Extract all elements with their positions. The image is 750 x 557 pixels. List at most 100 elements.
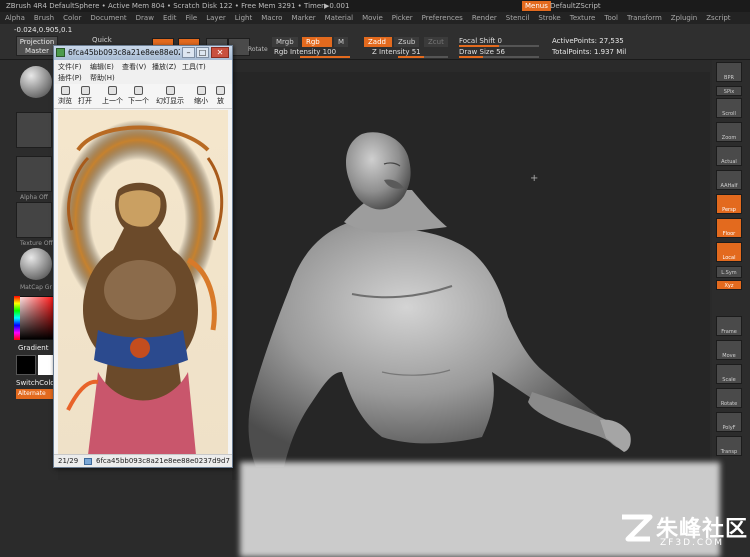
xyz-button[interactable]: Xyz <box>716 280 742 290</box>
menu-movie[interactable]: Movie <box>362 12 383 24</box>
viewer-menu-plugins[interactable]: 插件(P) <box>58 73 82 83</box>
menu-edit[interactable]: Edit <box>163 12 177 24</box>
menu-stencil[interactable]: Stencil <box>506 12 530 24</box>
bpr-button[interactable]: BPR <box>716 62 742 82</box>
viewer-filename: 6fca45bb093c8a21e8ee88e0237d9d7 <box>68 48 180 57</box>
viewer-menu-file[interactable]: 文件(F) <box>58 62 82 72</box>
zoom-button[interactable]: Zoom <box>716 122 742 142</box>
actual-button[interactable]: Actual <box>716 146 742 166</box>
draw-size-slider[interactable]: Draw Size 56 <box>459 48 505 56</box>
zoom-out-icon <box>196 86 206 95</box>
menu-file[interactable]: File <box>186 12 198 24</box>
rotate-button[interactable]: Rotate <box>716 388 742 408</box>
menu-zscript[interactable]: Zscript <box>706 12 730 24</box>
draw-size-track[interactable] <box>459 56 539 58</box>
menu-draw[interactable]: Draw <box>136 12 154 24</box>
quick-sketch-button[interactable]: Quick <box>92 36 112 44</box>
document-viewport[interactable] <box>232 72 710 480</box>
persp-button[interactable]: Persp <box>716 194 742 214</box>
next-label: 下一个 <box>128 97 149 105</box>
alpha-thumbnail[interactable] <box>16 156 52 192</box>
menu-color[interactable]: Color <box>63 12 81 24</box>
menu-light[interactable]: Light <box>235 12 252 24</box>
image-viewer-window[interactable]: 6fca45bb093c8a21e8ee88e0237d9d7 – □ ✕ 文件… <box>53 45 233 468</box>
rgb-toggle[interactable]: Rgb <box>302 37 332 47</box>
menu-render[interactable]: Render <box>472 12 497 24</box>
color-picker[interactable] <box>14 296 54 340</box>
menu-material[interactable]: Material <box>325 12 353 24</box>
rotate-label[interactable]: Rotate <box>248 46 268 53</box>
menu-tool[interactable]: Tool <box>604 12 618 24</box>
menu-document[interactable]: Document <box>90 12 126 24</box>
viewer-menu-help[interactable]: 帮助(H) <box>90 73 115 83</box>
slideshow-button[interactable]: 幻灯显示 <box>156 86 184 106</box>
minimize-icon[interactable]: – <box>182 47 195 58</box>
focal-shift-fill <box>459 45 499 47</box>
switch-color-button[interactable]: SwitchColor <box>16 379 57 387</box>
viewer-menu-view[interactable]: 查看(V) <box>122 62 146 72</box>
local-button[interactable]: Local <box>716 242 742 262</box>
viewer-menu-tools[interactable]: 工具(T) <box>182 62 206 72</box>
zadd-toggle[interactable]: Zadd <box>364 37 392 47</box>
move-button[interactable]: Move <box>716 340 742 360</box>
zoom-in-label: 放 <box>217 97 224 105</box>
stroke-thumbnail[interactable] <box>16 112 52 148</box>
m-toggle[interactable]: M <box>334 37 349 47</box>
zoom-in-button[interactable]: 放 <box>216 86 225 106</box>
scale-button[interactable]: Scale <box>716 364 742 384</box>
lsym-button[interactable]: L.Sym <box>716 266 742 278</box>
menu-brush[interactable]: Brush <box>34 12 54 24</box>
next-button[interactable]: 下一个 <box>128 86 149 106</box>
z-intensity-slider[interactable]: Z Intensity 51 <box>372 48 421 56</box>
main-menubar: Alpha Brush Color Document Draw Edit File Layer… <box>0 12 750 24</box>
brush-thumbnail[interactable] <box>20 66 52 98</box>
hue-strip[interactable] <box>14 296 20 340</box>
texture-thumbnail[interactable] <box>16 202 52 238</box>
zoom-out-button[interactable]: 缩小 <box>194 86 208 106</box>
focal-shift-slider[interactable]: Focal Shift 0 <box>459 37 502 45</box>
scroll-button[interactable]: Scroll <box>716 98 742 118</box>
floor-button[interactable]: Floor <box>716 218 742 238</box>
projection-master-button[interactable]: Projection Master <box>16 36 58 56</box>
aahalf-button[interactable]: AAHalf <box>716 170 742 190</box>
menu-alpha[interactable]: Alpha <box>5 12 25 24</box>
spix-button[interactable]: SPix <box>716 86 742 96</box>
menu-stroke[interactable]: Stroke <box>538 12 560 24</box>
open-button[interactable]: 打开 <box>78 86 92 106</box>
close-icon[interactable]: ✕ <box>211 47 229 58</box>
secondary-color-swatch[interactable] <box>38 355 54 375</box>
viewer-menu-play[interactable]: 播放(Z) <box>152 62 176 72</box>
default-zscript-label[interactable]: DefaultZScript <box>550 0 601 12</box>
material-thumbnail[interactable] <box>20 248 52 280</box>
menu-texture[interactable]: Texture <box>570 12 596 24</box>
rgb-intensity-track[interactable] <box>300 56 350 58</box>
menu-marker[interactable]: Marker <box>291 12 315 24</box>
viewer-statusbar: 21/29 6fca45bb093c8a21e8ee88e0237d9d7 <box>54 454 232 467</box>
alternate-button[interactable]: Alternate <box>16 389 56 399</box>
menu-macro[interactable]: Macro <box>261 12 282 24</box>
maximize-icon[interactable]: □ <box>196 47 209 58</box>
previous-button[interactable]: 上一个 <box>102 86 123 106</box>
viewer-menu-edit[interactable]: 编辑(E) <box>90 62 114 72</box>
previous-icon <box>108 86 117 95</box>
transp-button[interactable]: Transp <box>716 436 742 456</box>
zcut-toggle[interactable]: Zcut <box>424 37 448 47</box>
gradient-toggle[interactable]: Gradient <box>18 344 48 352</box>
menu-picker[interactable]: Picker <box>392 12 413 24</box>
main-color-swatch[interactable] <box>16 355 36 375</box>
focal-shift-track[interactable] <box>459 45 539 47</box>
menu-preferences[interactable]: Preferences <box>422 12 463 24</box>
menu-zplugin[interactable]: Zplugin <box>671 12 697 24</box>
rgb-intensity-slider[interactable]: Rgb Intensity 100 <box>274 48 336 56</box>
mrgb-toggle[interactable]: Mrgb <box>272 37 298 47</box>
frame-button[interactable]: Frame <box>716 316 742 336</box>
polyf-button[interactable]: PolyF <box>716 412 742 432</box>
viewer-titlebar[interactable]: 6fca45bb093c8a21e8ee88e0237d9d7 – □ ✕ <box>54 46 232 60</box>
browse-button[interactable]: 浏览 <box>58 86 72 106</box>
zsub-toggle[interactable]: Zsub <box>394 37 420 47</box>
menu-layer[interactable]: Layer <box>206 12 226 24</box>
sculpt-model[interactable] <box>232 72 710 480</box>
menus-button[interactable]: Menus <box>522 1 551 11</box>
menu-transform[interactable]: Transform <box>627 12 662 24</box>
z-intensity-track[interactable] <box>398 56 448 58</box>
